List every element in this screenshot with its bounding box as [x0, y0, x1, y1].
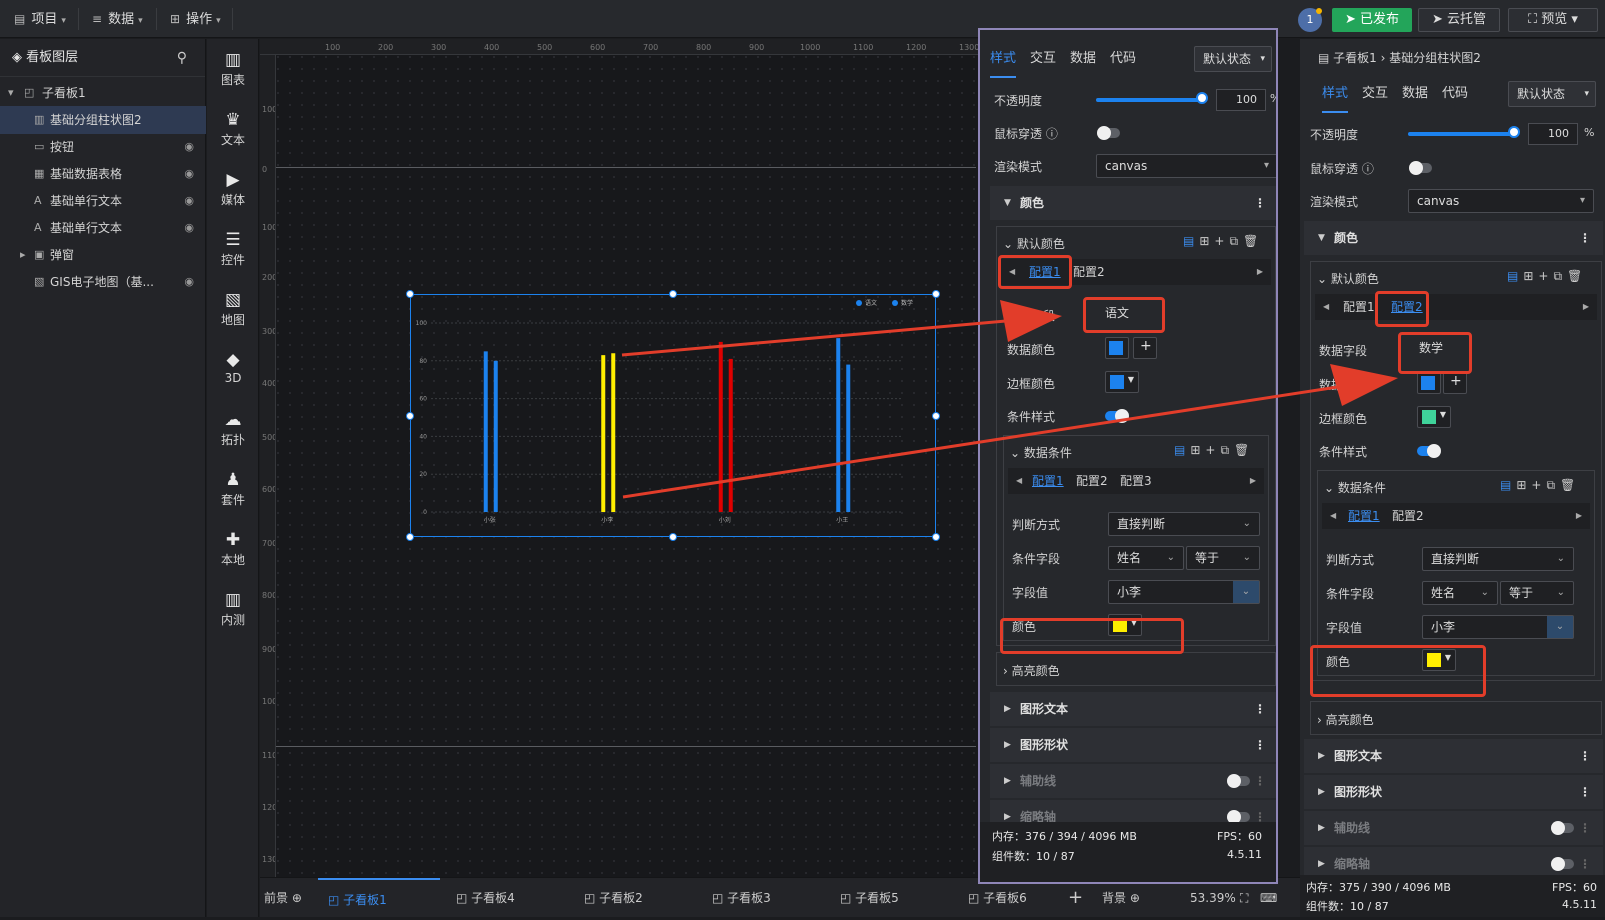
- arrow-config2: [622, 380, 1371, 499]
- arrow-config1-head: [1000, 300, 1062, 342]
- arrow-config1: [621, 316, 1041, 357]
- arrow-config2-head: [1330, 364, 1398, 406]
- annotation-arrows: [621, 300, 1398, 499]
